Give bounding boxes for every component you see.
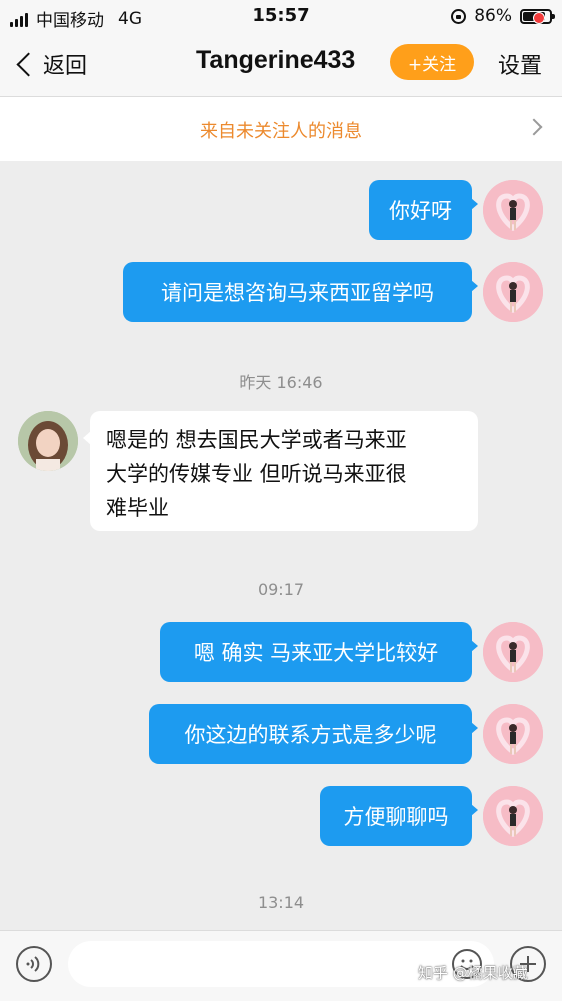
avatar-contact[interactable] (18, 411, 78, 471)
message-text-line: 大学的传媒专业 但听说马来亚很 (106, 462, 407, 486)
follow-button[interactable]: +关注 (390, 44, 474, 80)
back-button[interactable]: 返回 (14, 48, 87, 80)
message-outgoing[interactable]: 你这边的联系方式是多少呢 (149, 704, 478, 764)
avatar-self[interactable] (483, 622, 543, 682)
message-text: 你好呀 (389, 199, 452, 223)
watermark: 知乎 @橘果收藏 (418, 964, 528, 982)
stranger-message-notice[interactable]: 来自未关注人的消息 (0, 97, 562, 161)
avatar-self[interactable] (483, 180, 543, 240)
message-outgoing[interactable]: 方便聊聊吗 (320, 786, 478, 846)
nav-bar: 返回 Tangerine433 +关注 设置 (0, 32, 562, 97)
avatar-self[interactable] (483, 786, 543, 846)
message-text-line: 嗯是的 想去国民大学或者马来亚 (106, 428, 407, 452)
message-text: 你这边的联系方式是多少呢 (184, 723, 437, 747)
timestamp: 09:17 (257, 580, 305, 599)
avatar-image (483, 622, 543, 682)
lock-rotation-icon (451, 8, 467, 24)
back-label: 返回 (43, 54, 88, 79)
message-outgoing[interactable]: 你好呀 (369, 180, 478, 240)
status-bar: 中国移动 4G 15:57 86% (0, 0, 562, 32)
message-outgoing[interactable]: 请问是想咨询马来西亚留学吗 (123, 262, 478, 322)
voice-icon[interactable] (16, 946, 52, 982)
settings-button[interactable]: 设置 (498, 48, 542, 80)
avatar-image (483, 704, 543, 764)
avatar-self[interactable] (483, 262, 543, 322)
message-outgoing[interactable]: 嗯 确实 马来亚大学比较好 (160, 622, 478, 682)
avatar-image (18, 411, 78, 471)
message-text: 方便聊聊吗 (343, 805, 449, 829)
chat-title: Tangerine433 (196, 46, 356, 74)
avatar-self[interactable] (483, 704, 543, 764)
message-incoming[interactable]: 嗯是的 想去国民大学或者马来亚 大学的传媒专业 但听说马来亚很 难毕业 (83, 411, 478, 531)
notice-text: 来自未关注人的消息 (200, 121, 362, 142)
timestamp: 昨天 16:46 (239, 373, 323, 392)
avatar-image (483, 786, 543, 846)
notification-badge (533, 12, 545, 24)
battery-percent: 86% (474, 6, 512, 26)
message-text: 嗯 确实 马来亚大学比较好 (193, 641, 439, 665)
timestamp: 13:14 (257, 893, 305, 912)
message-text-line: 难毕业 (106, 496, 169, 520)
message-text: 请问是想咨询马来西亚留学吗 (161, 281, 434, 305)
avatar-image (483, 262, 543, 322)
avatar-image (483, 180, 543, 240)
back-chevron-icon (16, 51, 41, 77)
